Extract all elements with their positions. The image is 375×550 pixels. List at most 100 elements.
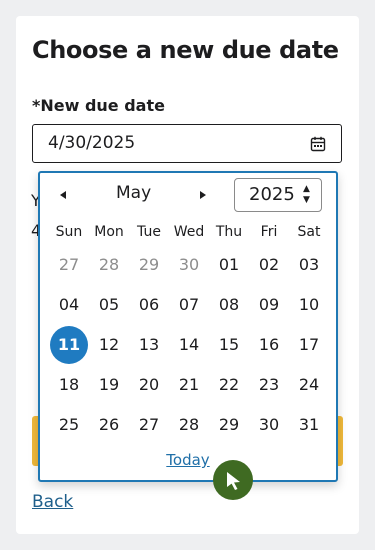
calendar-day[interactable]: 18: [49, 365, 89, 405]
calendar-day-number: 30: [258, 415, 280, 434]
calendar-day[interactable]: 05: [89, 285, 129, 325]
year-value[interactable]: 2025: [249, 184, 295, 205]
calendar-day[interactable]: 21: [169, 365, 209, 405]
calendar-day-number: 29: [138, 255, 160, 274]
calendar-day-number: 21: [178, 375, 200, 394]
calendar-day[interactable]: 26: [89, 405, 129, 445]
calendar-popup: May 2025 ▲ ▼ Sun Mon Tue Wed Thu Fri Sat 27 28 2…: [38, 171, 338, 482]
calendar-week-row: 18 19 20 21 22 23 24: [49, 365, 329, 405]
calendar-day-number: 28: [98, 255, 120, 274]
calendar-day-number: 07: [178, 295, 200, 314]
calendar-day[interactable]: 29: [209, 405, 249, 445]
weekday-label: Mon: [94, 224, 124, 240]
calendar-day-number: 16: [258, 335, 280, 354]
calendar-day-number: 28: [178, 415, 200, 434]
calendar-day[interactable]: 27: [129, 405, 169, 445]
calendar-day-number: 13: [138, 335, 160, 354]
calendar-day-number: 15: [218, 335, 240, 354]
calendar-day-number: 05: [98, 295, 120, 314]
calendar-day-number: 09: [258, 295, 280, 314]
calendar-day[interactable]: 10: [289, 285, 329, 325]
calendar-day-number: 10: [298, 295, 320, 314]
calendar-day-number: 31: [298, 415, 320, 434]
calendar-day-number: 06: [138, 295, 160, 314]
calendar-day-number: 24: [298, 375, 320, 394]
weekday-label: Sat: [297, 224, 321, 240]
calendar-day[interactable]: 30: [169, 245, 209, 285]
calendar-day-number: 18: [58, 375, 80, 394]
due-date-input[interactable]: 4/30/2025: [32, 124, 342, 163]
calendar-day-number: 27: [138, 415, 160, 434]
calendar-day-number: 22: [218, 375, 240, 394]
calendar-day-number: 02: [258, 255, 280, 274]
calendar-day-number: 20: [138, 375, 160, 394]
calendar-week-row: 04 05 06 07 08 09 10: [49, 285, 329, 325]
calendar-day-number: 23: [258, 375, 280, 394]
today-link[interactable]: Today: [40, 451, 336, 469]
calendar-day[interactable]: 01: [209, 245, 249, 285]
calendar-day[interactable]: 17: [289, 325, 329, 365]
calendar-day-number: 04: [58, 295, 80, 314]
calendar-day[interactable]: 16: [249, 325, 289, 365]
weekday-label: Tue: [137, 224, 161, 240]
triangle-right-icon[interactable]: [196, 185, 210, 205]
calendar-day[interactable]: 27: [49, 245, 89, 285]
calendar-day-number: 11: [50, 326, 88, 364]
weekday-label: Wed: [173, 224, 205, 240]
calendar-day[interactable]: 31: [289, 405, 329, 445]
calendar-grid: Sun Mon Tue Wed Thu Fri Sat 27 28 29 30 01 02 03 04 05…: [49, 219, 329, 445]
calendar-day[interactable]: 02: [249, 245, 289, 285]
calendar-weeks: 27 28 29 30 01 02 03 04 05 06 07 08 09 10 11 12 13 14 15 16…: [49, 245, 329, 445]
calendar-day[interactable]: 28: [169, 405, 209, 445]
spinner-arrows-icon[interactable]: ▲ ▼: [303, 184, 313, 206]
due-date-value[interactable]: 4/30/2025: [48, 133, 135, 153]
pointer-cursor-icon: [213, 460, 253, 500]
calendar-day-number: 12: [98, 335, 120, 354]
calendar-week-row: 11 12 13 14 15 16 17: [49, 325, 329, 365]
calendar-day[interactable]: 03: [289, 245, 329, 285]
calendar-day[interactable]: 15: [209, 325, 249, 365]
calendar-day[interactable]: 09: [249, 285, 289, 325]
calendar-day[interactable]: 22: [209, 365, 249, 405]
calendar-day-number: 26: [98, 415, 120, 434]
calendar-day-number: 03: [298, 255, 320, 274]
calendar-day-number: 27: [58, 255, 80, 274]
arrow-down-icon[interactable]: ▼: [303, 195, 313, 206]
weekday-label: Fri: [260, 224, 278, 240]
triangle-left-icon[interactable]: [56, 185, 70, 205]
year-spinner[interactable]: 2025 ▲ ▼: [234, 178, 322, 212]
calendar-day-number: 14: [178, 335, 200, 354]
calendar-day[interactable]: 23: [249, 365, 289, 405]
back-link[interactable]: Back: [32, 492, 73, 512]
calendar-week-row: 25 26 27 28 29 30 31: [49, 405, 329, 445]
due-date-label: *New due date: [32, 96, 165, 115]
calendar-day[interactable]: 08: [209, 285, 249, 325]
calendar-day-number: 19: [98, 375, 120, 394]
weekday-label: Thu: [215, 224, 243, 240]
calendar-day[interactable]: 04: [49, 285, 89, 325]
calendar-day-number: 25: [58, 415, 80, 434]
calendar-day-selected[interactable]: 11: [49, 325, 89, 365]
page-title: Choose a new due date: [32, 36, 339, 64]
calendar-day[interactable]: 06: [129, 285, 169, 325]
calendar-day[interactable]: 19: [89, 365, 129, 405]
calendar-day[interactable]: 28: [89, 245, 129, 285]
calendar-day[interactable]: 13: [129, 325, 169, 365]
calendar-day-number: 29: [218, 415, 240, 434]
calendar-day-number: 08: [218, 295, 240, 314]
month-label[interactable]: May: [116, 183, 151, 203]
calendar-day-number: 30: [178, 255, 200, 274]
calendar-day[interactable]: 12: [89, 325, 129, 365]
calendar-day[interactable]: 30: [249, 405, 289, 445]
calendar-day[interactable]: 07: [169, 285, 209, 325]
calendar-day[interactable]: 25: [49, 405, 89, 445]
calendar-day[interactable]: 20: [129, 365, 169, 405]
calendar-day[interactable]: 24: [289, 365, 329, 405]
calendar-day-number: 17: [298, 335, 320, 354]
calendar-day[interactable]: 14: [169, 325, 209, 365]
arrow-up-icon[interactable]: ▲: [303, 184, 313, 195]
calendar-day[interactable]: 29: [129, 245, 169, 285]
calendar-icon[interactable]: [309, 135, 327, 153]
weekday-label: Sun: [55, 224, 83, 240]
calendar-day-number: 01: [218, 255, 240, 274]
